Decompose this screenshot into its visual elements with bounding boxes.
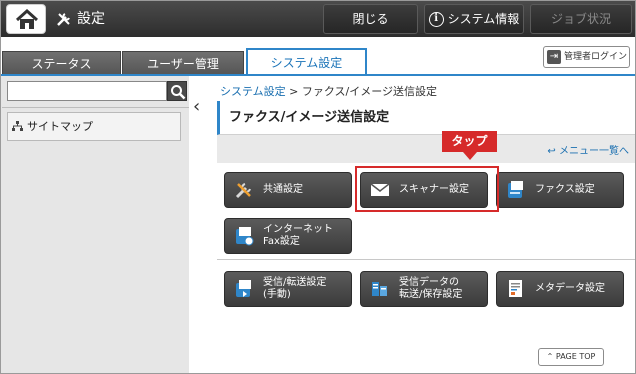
- data-transfer-settings-button[interactable]: 受信データの 転送/保存設定: [360, 271, 488, 307]
- top-bar: 設定 閉じる i システム情報 ジョブ状況: [1, 1, 635, 37]
- breadcrumb-separator: >: [289, 85, 299, 98]
- search-icon: [171, 85, 186, 100]
- receive-forward-label: 受信/転送設定 (手動): [263, 277, 326, 301]
- system-info-label: システム情報: [447, 12, 520, 26]
- tap-callout: タップ: [442, 131, 497, 152]
- page-top-label: PAGE TOP: [555, 352, 596, 361]
- search-button[interactable]: [167, 81, 187, 101]
- menu-return-icon: ↩: [547, 146, 556, 157]
- receive-forward-icon: [233, 278, 255, 300]
- main-content: システム設定 > ファクス/イメージ送信設定 ファクス/イメージ送信設定 ↩ メ…: [211, 76, 635, 373]
- home-button[interactable]: [6, 4, 46, 34]
- system-info-button[interactable]: i システム情報: [424, 4, 524, 34]
- tab-user-management[interactable]: ユーザー管理: [122, 51, 244, 75]
- metadata-settings-label: メタデータ設定: [535, 283, 605, 294]
- caret-up-icon: ⌃: [546, 352, 554, 361]
- login-icon: ⇥: [547, 50, 561, 64]
- info-icon: i: [428, 11, 444, 27]
- receive-forward-line1: 受信/転送設定: [263, 277, 327, 288]
- internet-fax-label: インターネット Fax設定: [263, 224, 333, 248]
- sidebar-divider: [2, 107, 189, 108]
- search-input[interactable]: [7, 81, 167, 101]
- internet-fax-line1: インターネット: [263, 224, 333, 235]
- menu-list-label: メニュー一覧へ: [559, 146, 629, 157]
- fax-icon: [505, 179, 527, 201]
- receive-forward-settings-button[interactable]: 受信/転送設定 (手動): [224, 271, 352, 307]
- data-transfer-line1: 受信データの: [399, 277, 459, 288]
- data-transfer-label: 受信データの 転送/保存設定: [399, 277, 462, 301]
- close-button[interactable]: 閉じる: [323, 4, 418, 34]
- breadcrumb: システム設定 > ファクス/イメージ送信設定: [220, 83, 437, 99]
- fax-settings-button[interactable]: ファクス設定: [496, 172, 624, 208]
- group-divider: [217, 259, 635, 260]
- admin-login-label: 管理者ログイン: [564, 52, 628, 62]
- common-settings-button[interactable]: 共通設定: [224, 172, 352, 208]
- tab-status[interactable]: ステータス: [2, 51, 121, 75]
- page-top-button[interactable]: ⌃ PAGE TOP: [538, 348, 604, 366]
- job-status-button[interactable]: ジョブ状況: [530, 4, 632, 34]
- tab-system-settings[interactable]: システム設定: [246, 48, 367, 76]
- home-icon: [15, 9, 39, 29]
- sidebar-collapse-handle[interactable]: ‹: [189, 76, 211, 373]
- page-title-text: 設定: [77, 11, 105, 27]
- sitemap-label: サイトマップ: [27, 120, 93, 133]
- internet-fax-settings-button[interactable]: インターネット Fax設定: [224, 218, 352, 254]
- data-transfer-line2: 転送/保存設定: [399, 289, 463, 300]
- breadcrumb-root[interactable]: システム設定: [220, 85, 286, 98]
- tools-icon: [57, 13, 70, 26]
- section-title: ファクス/イメージ送信設定: [217, 101, 635, 135]
- internet-fax-line2: Fax設定: [263, 236, 300, 247]
- highlight-box: [355, 166, 499, 212]
- breadcrumb-current: ファクス/イメージ送信設定: [301, 85, 438, 98]
- internet-fax-icon: [233, 225, 255, 247]
- tools-icon: [233, 179, 255, 201]
- tabs-row: ステータス ユーザー管理 システム設定: [1, 37, 635, 76]
- sidebar-item-sitemap[interactable]: サイトマップ: [7, 112, 181, 141]
- menu-list-link[interactable]: ↩ メニュー一覧へ: [547, 142, 629, 157]
- server-icon: [369, 278, 391, 300]
- chevron-left-icon: ‹: [193, 96, 201, 117]
- receive-forward-line2: (手動): [263, 289, 291, 300]
- page-title: 設定: [56, 8, 105, 30]
- sitemap-icon: [12, 121, 23, 131]
- menu-strip: ↩ メニュー一覧へ: [217, 135, 635, 163]
- common-settings-label: 共通設定: [263, 184, 303, 195]
- fax-settings-label: ファクス設定: [535, 184, 595, 195]
- metadata-settings-button[interactable]: メタデータ設定: [496, 271, 624, 307]
- document-icon: [505, 278, 527, 300]
- admin-login-button[interactable]: ⇥ 管理者ログイン: [543, 46, 630, 68]
- sidebar: サイトマップ: [1, 76, 189, 373]
- tap-callout-arrow: [463, 152, 477, 160]
